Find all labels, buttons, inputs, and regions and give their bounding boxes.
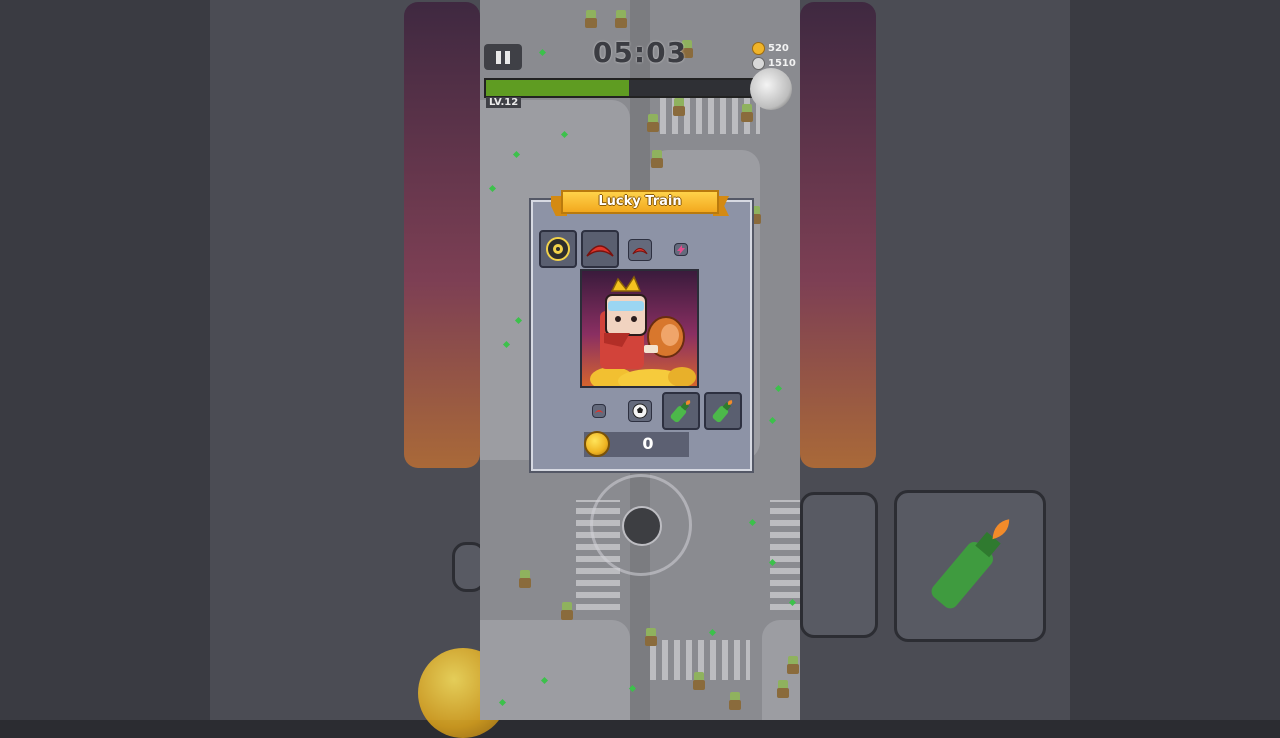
boomerang-icon: [586, 245, 614, 257]
dialog-title-banner: Lucky Train: [551, 190, 729, 216]
lucky-train-portrait: [580, 269, 699, 388]
zombie-enemy: [518, 570, 532, 590]
shuriken-icon: [546, 237, 570, 261]
right-ghost-slot-2: [894, 490, 1046, 642]
slot-soccer-ball: [628, 400, 652, 422]
zombie-enemy: [672, 98, 686, 118]
zombie-enemy: [728, 692, 742, 712]
slot-boomerang-small: [628, 239, 652, 261]
xp-gem: [748, 518, 757, 527]
slot-boomerang-tiny: [592, 404, 606, 418]
coin-reward-amount: 0: [642, 434, 654, 453]
zombie-enemy: [646, 114, 660, 134]
xp-bar: [484, 78, 758, 98]
xp-gem: [768, 416, 777, 425]
zombie-enemy: [786, 656, 800, 676]
zombie-enemy: [776, 680, 790, 700]
zombie-enemy: [692, 672, 706, 692]
slot-boomerang: [581, 230, 619, 268]
molotov-icon: [670, 400, 691, 423]
king-with-meat-and-gold-icon: [590, 275, 696, 386]
xp-gem: [538, 48, 547, 57]
survival-timer: 05:03: [592, 36, 688, 69]
slot-shuriken: [539, 230, 577, 268]
gold-coin-icon: [584, 431, 610, 457]
slot-molotov-2: [704, 392, 742, 430]
zombie-enemy: [740, 104, 754, 124]
right-ghost-portrait: [800, 2, 876, 468]
coin-count: 520: [768, 43, 789, 54]
zombie-enemy: [584, 10, 598, 30]
slot-lightning-small: [674, 243, 688, 256]
pause-icon-bar: [496, 50, 501, 64]
ghost-molotov-icon: [931, 519, 1010, 609]
slot-molotov: [662, 392, 700, 430]
left-ghost-portrait: [404, 2, 480, 468]
crosswalk-right: [770, 500, 800, 610]
zombie-enemy: [614, 10, 628, 30]
skull-icon: [752, 57, 765, 70]
xp-gem: [708, 628, 717, 637]
xp-bar-fill: [486, 80, 630, 96]
coin-counter: 520: [752, 42, 789, 55]
left-blurred-background: [0, 0, 508, 738]
pause-icon-bar: [505, 50, 510, 64]
pause-button[interactable]: [484, 44, 522, 70]
right-blurred-background: [800, 0, 1280, 720]
boomerang-icon: [632, 247, 648, 255]
xp-gem: [774, 384, 783, 393]
molotov-icon: [712, 400, 733, 423]
right-ghost-slot-1: [800, 492, 878, 638]
coin-icon: [752, 42, 765, 55]
level-label: LV.12: [486, 97, 522, 108]
soccer-ball-icon: [632, 403, 648, 419]
player-avatar: [750, 68, 792, 110]
joystick-knob[interactable]: [622, 506, 662, 546]
zombie-enemy: [560, 602, 574, 622]
dialog-title: Lucky Train: [561, 190, 719, 214]
zombie-enemy: [644, 628, 658, 648]
boomerang-icon: [594, 410, 604, 414]
lightning-icon: [677, 244, 685, 255]
zombie-enemy: [650, 150, 664, 170]
